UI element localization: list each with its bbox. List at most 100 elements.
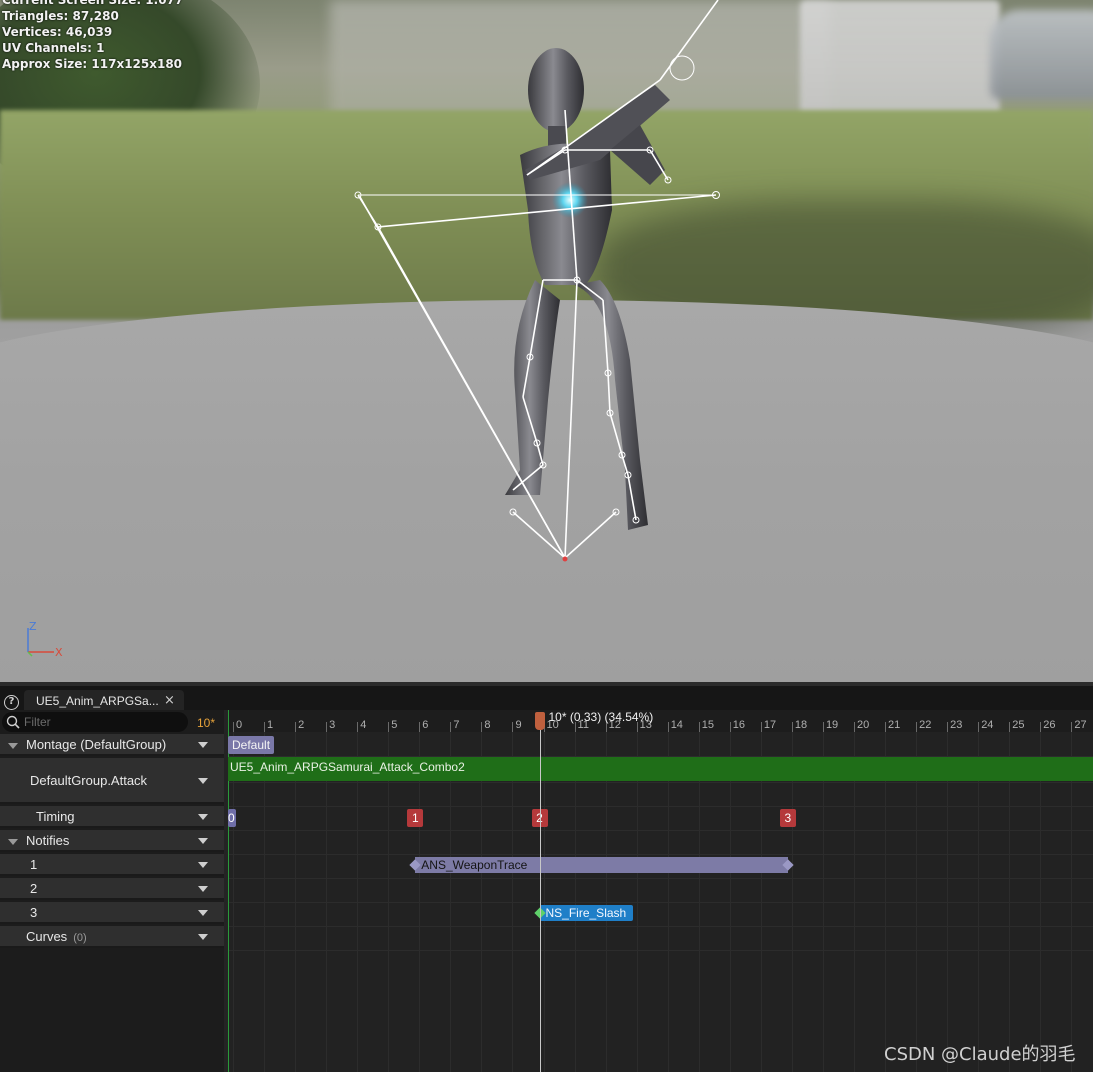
mannequin-with-skeleton: [354, 0, 720, 562]
collapse-caret-icon[interactable]: [8, 839, 18, 845]
track-label: 3: [30, 905, 38, 920]
stat-line: Current Screen Size: 1.077: [2, 0, 184, 7]
ruler-tick: [947, 722, 949, 732]
chevron-down-icon[interactable]: [198, 814, 208, 820]
chevron-down-icon[interactable]: [198, 778, 208, 784]
ruler-tick-label: 26: [1043, 719, 1056, 731]
close-icon[interactable]: ×: [164, 693, 175, 708]
axis-gizmo: Z X: [27, 620, 63, 659]
track-curves[interactable]: Curves (0): [0, 926, 224, 948]
ruler-tick: [978, 722, 980, 732]
ruler-tick: [233, 722, 234, 732]
ruler-tick: [698, 722, 700, 732]
playhead-handle[interactable]: [534, 712, 545, 730]
ruler-tick-label: 24: [981, 719, 994, 731]
ruler-tick-label: 9: [515, 719, 522, 731]
track-label: Notifies: [26, 833, 70, 848]
ruler-tick: [916, 722, 918, 732]
ruler-tick-label: 2: [298, 719, 305, 731]
ruler-tick: [481, 722, 483, 732]
playhead-label: 10* (0.33) (34.54%): [548, 710, 654, 724]
ruler-tick-label: 27: [1074, 719, 1087, 731]
ruler-tick-label: 3: [329, 719, 336, 731]
collapse-caret-icon[interactable]: [8, 743, 18, 749]
montage-editor-panel: ? UE5_Anim_ARPGSa... × 10* Montage (Defa…: [0, 682, 1093, 1072]
ruler-tick: [667, 722, 669, 732]
track-notify-3[interactable]: 3: [0, 902, 224, 924]
timing-marker-1[interactable]: 1: [407, 809, 424, 827]
filter-box[interactable]: [2, 712, 188, 732]
stat-line: Vertices: 46,039: [2, 25, 113, 39]
track-label: Timing: [36, 809, 75, 824]
row-divider: [228, 902, 1093, 903]
chevron-down-icon[interactable]: [198, 862, 208, 868]
ruler-tick-label: 17: [763, 719, 777, 731]
ruler-tick: [388, 722, 390, 732]
ruler-tick: [760, 722, 762, 732]
playhead-line: [539, 718, 541, 1072]
timeline-area[interactable]: 0 1 2 3 4 5 6 7 8 9 10 11 12 13 14 15 16 17 18 19 20 21 22 23 24…: [228, 710, 1093, 1072]
ruler-tick-label: 20: [857, 719, 870, 731]
track-label: 1: [30, 857, 38, 872]
ruler-tick: [450, 722, 452, 732]
axis-z-label: Z: [29, 620, 37, 633]
chevron-down-icon[interactable]: [198, 742, 208, 748]
track-notify-1[interactable]: 1: [0, 854, 224, 876]
section-default[interactable]: Default: [228, 736, 275, 754]
ruler-tick-label: 22: [919, 719, 932, 731]
track-notifies[interactable]: Notifies: [0, 830, 224, 852]
stat-line: UV Channels: 1: [2, 41, 105, 55]
row-divider: [228, 782, 1093, 783]
track-label: Montage (DefaultGroup): [26, 737, 167, 752]
ruler-tick-label: 25: [1012, 719, 1025, 731]
frame-readout: 10*: [197, 716, 216, 730]
help-icon[interactable]: ?: [4, 695, 19, 710]
ruler-tick-label: 18: [794, 719, 808, 731]
row-divider: [228, 878, 1093, 879]
time-ruler[interactable]: 0 1 2 3 4 5 6 7 8 9 10 11 12 13 14 15 16 17 18 19 20 21 22 23 24…: [228, 710, 1093, 732]
ruler-tick-label: 4: [360, 719, 367, 731]
chevron-down-icon[interactable]: [198, 910, 208, 916]
track-notify-2[interactable]: 2: [0, 878, 224, 900]
notify-ns_fire_slash[interactable]: NS_Fire_Slash: [539, 905, 633, 921]
track-timing[interactable]: Timing: [0, 806, 224, 828]
ruler-tick: [1040, 722, 1042, 732]
stat-line: Triangles: 87,280: [2, 9, 119, 23]
timing-marker-0[interactable]: 0: [228, 809, 236, 827]
viewport-stats: Current Screen Size: 1.077 Triangles: 87…: [2, 0, 183, 72]
notify-ans_weapontrace[interactable]: ANS_WeaponTrace: [415, 857, 788, 873]
ruler-tick-label: 7: [453, 719, 460, 731]
ruler-tick-label: 14: [670, 719, 683, 731]
ruler-tick: [729, 722, 731, 732]
chevron-down-icon[interactable]: [198, 934, 208, 940]
anim-segment[interactable]: UE5_Anim_ARPGSamurai_Attack_Combo2: [228, 757, 1093, 781]
axis-x-label: X: [55, 646, 63, 659]
stat-line: Approx Size: 117x125x180: [2, 57, 183, 71]
row-divider: [228, 950, 1093, 951]
tab-label: UE5_Anim_ARPGSa...: [36, 694, 159, 708]
row-divider: [228, 806, 1093, 807]
ruler-tick: [419, 722, 421, 732]
ruler-tick-label: 6: [422, 719, 429, 731]
ruler-tick: [357, 722, 359, 732]
root-joint: [562, 556, 568, 562]
ruler-tick-label: 21: [888, 719, 901, 731]
ruler-tick: [264, 722, 266, 732]
ruler-tick-label: 8: [484, 719, 491, 731]
timing-marker-3[interactable]: 3: [779, 809, 796, 827]
track-slot-attack[interactable]: DefaultGroup.Attack: [0, 758, 224, 804]
viewport[interactable]: Current Screen Size: 1.077 Triangles: 87…: [0, 0, 1093, 682]
ruler-tick-label: 1: [267, 719, 274, 731]
track-label: 2: [30, 881, 38, 896]
ruler-tick: [512, 722, 514, 732]
chevron-down-icon[interactable]: [198, 838, 208, 844]
chevron-down-icon[interactable]: [198, 886, 208, 892]
segment-label: UE5_Anim_ARPGSamurai_Attack_Combo2: [230, 760, 465, 774]
search-icon: [6, 715, 20, 729]
track-label: DefaultGroup.Attack: [30, 773, 148, 788]
filter-input[interactable]: [24, 714, 184, 730]
ruler-tick-label: 19: [825, 719, 839, 731]
track-montage-group[interactable]: Montage (DefaultGroup): [0, 734, 224, 756]
ruler-tick: [822, 722, 824, 732]
ruler-tick-label: 15: [701, 719, 714, 731]
